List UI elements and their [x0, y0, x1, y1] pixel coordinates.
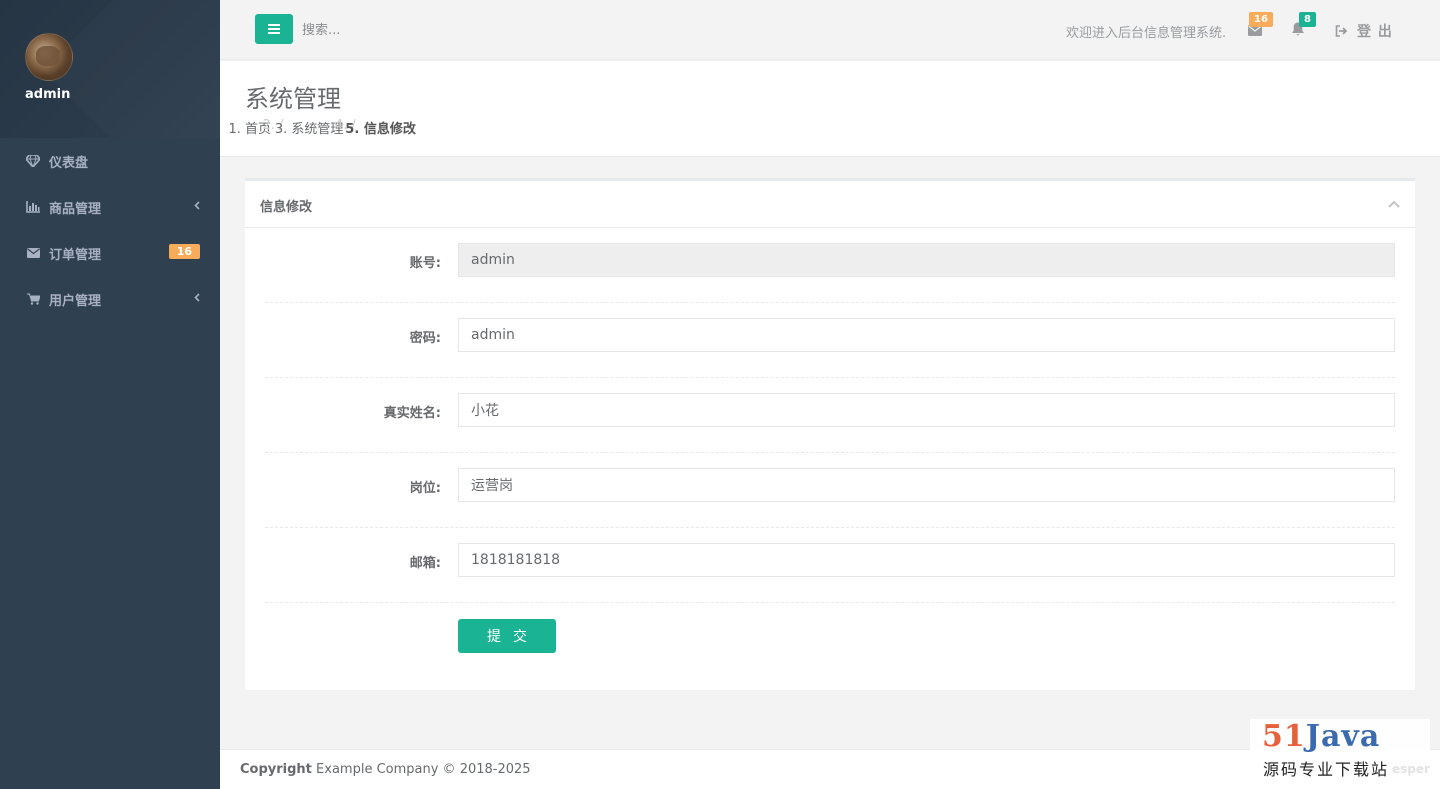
welcome-message: 欢迎进入后台信息管理系统. [1066, 26, 1227, 41]
watermark-logo: 51Java 源码专业下载站 esper [1250, 719, 1430, 781]
menu-toggle-button[interactable] [255, 14, 293, 44]
panel-header: 信息修改 [245, 181, 1415, 228]
position-input[interactable] [458, 468, 1395, 502]
profile-name[interactable]: admin [25, 87, 70, 102]
avatar[interactable] [25, 33, 73, 81]
page-title: 系统管理 [245, 85, 341, 113]
watermark-title: 51Java [1262, 719, 1380, 754]
sidebar-item-orders[interactable]: 订单管理 16 [0, 230, 220, 276]
profile-header: admin [0, 0, 220, 138]
logout-link[interactable]: 登 出 [1335, 21, 1393, 41]
chevron-up-icon[interactable] [1387, 198, 1401, 208]
password-label: 密码: [409, 331, 441, 346]
sidebar-item-products[interactable]: 商品管理 [0, 184, 220, 230]
logout-label: 登 出 [1357, 24, 1393, 40]
form-row-password: 密码: [265, 303, 1395, 378]
sidebar-item-label: 商品管理 [49, 201, 102, 217]
watermark-ghost-text: esper [1392, 762, 1430, 776]
account-label: 账号: [409, 256, 441, 271]
chevron-left-icon [194, 199, 200, 214]
page-heading: 系统管理 首页 / 系统管理 / 信息修改 [220, 61, 1440, 157]
position-label: 岗位: [409, 481, 441, 496]
account-input [458, 243, 1395, 277]
alert-count-badge: 8 [1299, 12, 1316, 27]
email-label: 邮箱: [409, 556, 441, 571]
sidebar: admin 仪表盘 商品管理 订单管理 16 用户管理 [0, 0, 220, 789]
sidebar-item-label: 订单管理 [49, 247, 102, 263]
watermark-subtitle: 源码专业下载站 [1263, 760, 1390, 779]
watermark-num: 51 [1262, 719, 1306, 754]
breadcrumb: 首页 / 系统管理 / 信息修改 [245, 118, 416, 137]
real-name-input[interactable] [458, 393, 1395, 427]
form-row-position: 岗位: [265, 453, 1395, 528]
mail-count-badge: 16 [1249, 12, 1273, 27]
info-edit-panel: 信息修改 账号: 密码: 真实姓名: 岗位: 邮箱: 提交 [245, 178, 1415, 690]
bar-chart-icon [25, 201, 41, 213]
sidebar-item-dashboard[interactable]: 仪表盘 [0, 138, 220, 184]
envelope-icon [25, 248, 41, 258]
sidebar-nav: 仪表盘 商品管理 订单管理 16 用户管理 [0, 138, 220, 322]
sign-out-icon [1335, 25, 1348, 37]
copyright: Copyright Example Company © 2018-2025 [240, 762, 531, 777]
form-row-account: 账号: [265, 228, 1395, 303]
submit-button[interactable]: 提交 [458, 619, 556, 653]
sidebar-item-label: 仪表盘 [49, 155, 89, 171]
copyright-label: Copyright [240, 762, 312, 777]
top-navbar: 欢迎进入后台信息管理系统. 16 8 登 出 [220, 0, 1440, 60]
sidebar-item-users[interactable]: 用户管理 [0, 276, 220, 322]
hamburger-icon [268, 22, 280, 37]
panel-title: 信息修改 [260, 200, 313, 215]
order-count-badge: 16 [168, 244, 200, 259]
search-input[interactable] [302, 18, 602, 42]
password-input[interactable] [458, 318, 1395, 352]
shopping-cart-icon [25, 293, 41, 305]
email-input[interactable] [458, 543, 1395, 577]
form-row-real-name: 真实姓名: [265, 378, 1395, 453]
diamond-icon [25, 155, 41, 167]
copyright-text: Example Company © 2018-2025 [316, 762, 531, 777]
breadcrumb-current: 信息修改 [364, 118, 416, 137]
chevron-left-icon [194, 291, 200, 306]
real-name-label: 真实姓名: [383, 406, 441, 421]
sidebar-item-label: 用户管理 [49, 293, 102, 309]
form-row-email: 邮箱: [265, 528, 1395, 603]
watermark-word: Java [1305, 719, 1381, 754]
